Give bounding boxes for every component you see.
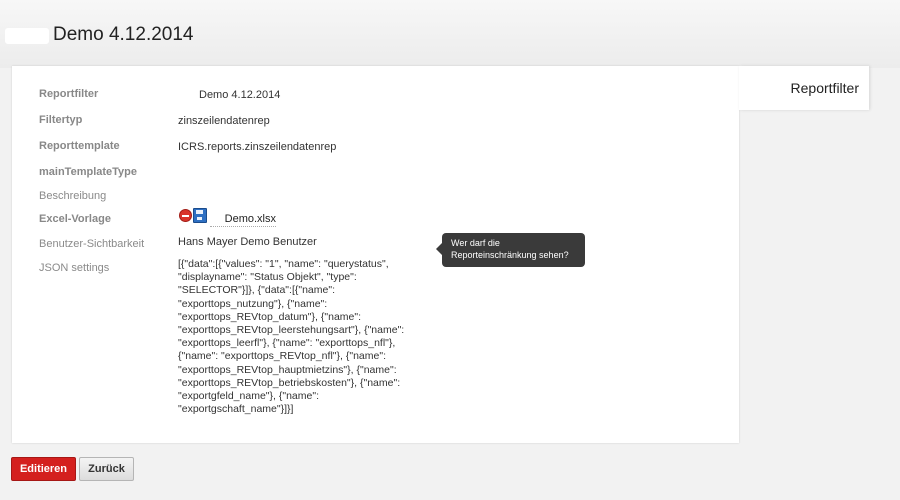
value-filtertyp: zinszeilendatenrep (178, 115, 270, 127)
side-tab-reportfilter[interactable]: Reportfilter (739, 66, 869, 110)
label-reportfilter: Reportfilter (39, 88, 99, 100)
label-benutzer-sichtbarkeit: Benutzer-Sichtbarkeit (39, 238, 145, 250)
page-title: Demo 4.12.2014 (53, 24, 194, 45)
label-beschreibung: Beschreibung (39, 190, 107, 202)
label-reporttemplate: Reporttemplate (39, 140, 120, 152)
side-tab-label: Reportfilter (790, 80, 859, 96)
edit-button[interactable]: Editieren (11, 457, 76, 481)
value-reportfilter: Demo 4.12.2014 (199, 89, 281, 101)
label-excel-vorlage: Excel-Vorlage (39, 213, 111, 225)
excel-file-link[interactable]: Demo.xlsx (210, 213, 276, 227)
visibility-tooltip: Wer darf die Reporteinschränkung sehen? (436, 233, 585, 267)
remove-icon[interactable] (179, 209, 192, 222)
label-filtertyp: Filtertyp (39, 114, 83, 126)
redacted-title-prefix (5, 28, 49, 44)
label-main-template-type: mainTemplateType (39, 166, 138, 178)
label-json-settings: JSON settings (39, 262, 110, 274)
json-settings-value: [{"data":[{"values": "1", "name": "query… (178, 258, 405, 416)
value-reporttemplate: ICRS.reports.zinszeilendatenrep (178, 141, 337, 153)
save-icon[interactable] (193, 208, 207, 223)
back-button[interactable]: Zurück (79, 457, 134, 481)
top-bar: Demo 4.12.2014 (0, 0, 900, 68)
value-benutzer-sichtbarkeit: Hans Mayer Demo Benutzer (178, 236, 317, 248)
